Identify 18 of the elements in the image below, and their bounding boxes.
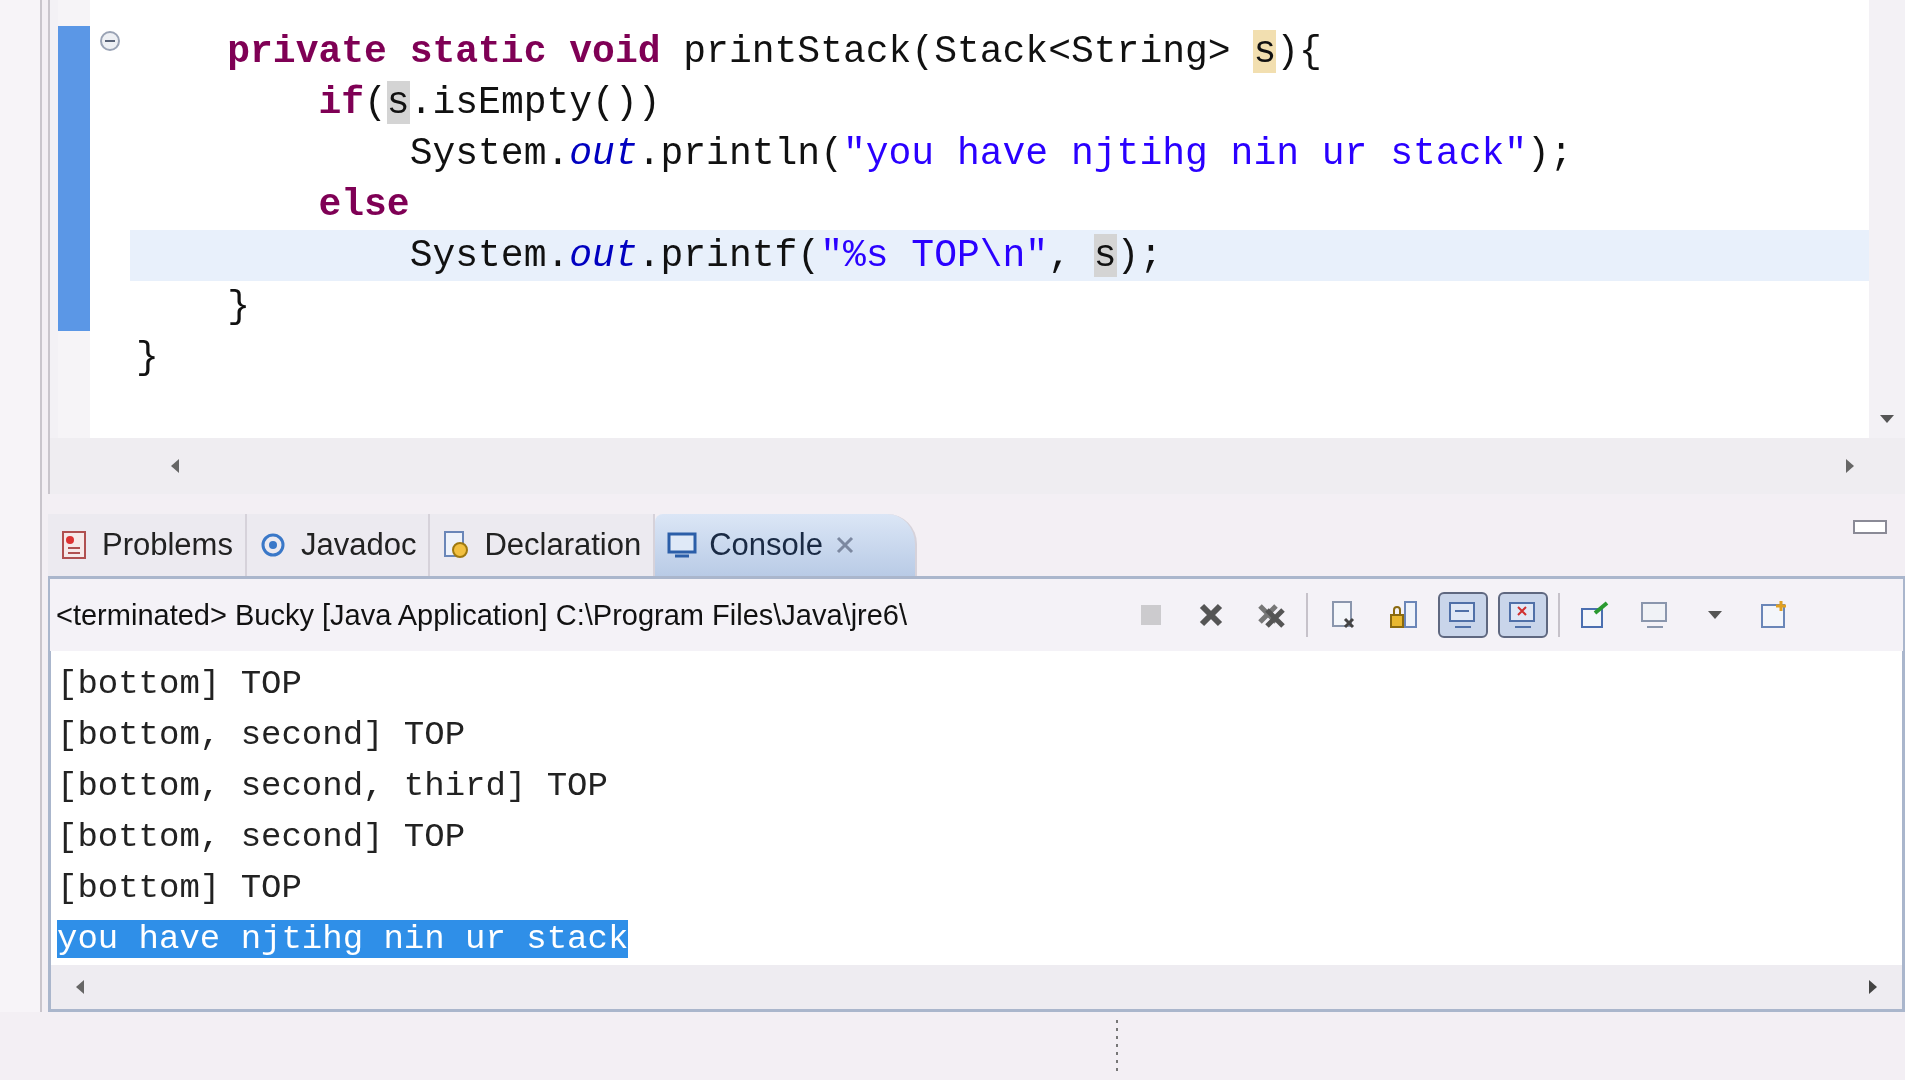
console-line: [bottom, second] TOP [57,716,466,754]
view-tab[interactable]: Javadoc [246,514,431,576]
code-line: System.out.println("you have njtihg nin ur stack"); [408,131,1574,177]
console-description: <terminated> Bucky [Java Application] C:\Program Files\Java\jre6\ [55,598,909,632]
view-tab[interactable]: Declaration [430,514,656,576]
console-output[interactable]: [bottom] TOP [bottom, second] TOP [bottom, second, third] TOP [bottom, second] TOP [bottom] TOP you have njtihg nin ur stack [48,651,1905,965]
console-line: [bottom] TOP [57,665,302,703]
code-line: if(s.isEmpty()) [317,80,662,126]
console-line: [bottom, second, third] TOP [57,767,608,805]
view-tab[interactable]: Problems [48,514,247,576]
code-editor[interactable]: private static void printStack(Stack<String> s){ if(s.isEmpty()) System.out.println("you have njtihg nin ur stack"); else System.out.printf("%s TOP\n", s); } } [48,0,1905,494]
code-line: } [135,335,160,381]
code-line: else [317,182,411,228]
console-line: [bottom] TOP [57,869,302,907]
code-line: } [226,284,252,330]
view-tab[interactable]: Console [655,514,917,576]
code-line: private static void printStack(Stack<String> s){ [226,29,1323,75]
console-line: [bottom, second] TOP [57,818,466,856]
